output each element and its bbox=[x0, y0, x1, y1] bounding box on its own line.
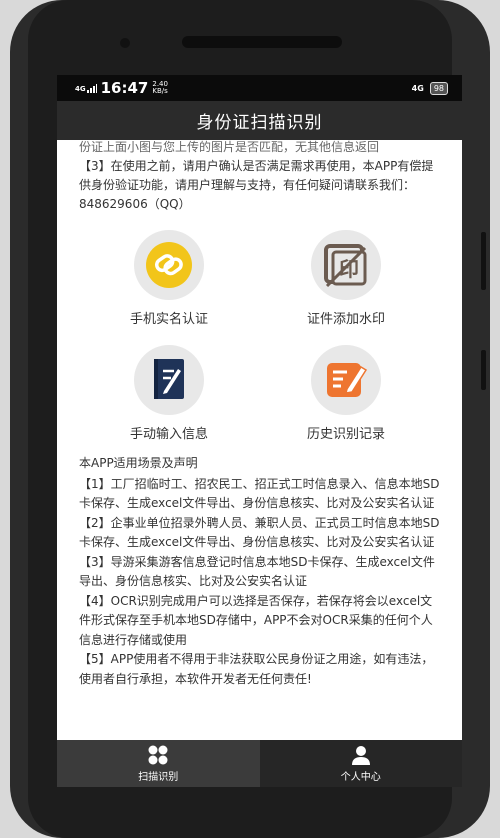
scene-item: 【5】APP使用者不得用于非法获取公民身份证之用途，如有违法，使用者自行承担，本… bbox=[79, 652, 434, 686]
feature-icon-circle bbox=[134, 345, 204, 415]
network-type: 4G bbox=[411, 83, 424, 93]
network-speed: 2.40 KB/s bbox=[152, 81, 168, 95]
link-chain-icon bbox=[146, 242, 192, 288]
app-screen: 4G 16:47 2.40 KB/s 4G 98 身份证扫描识别 份证上面小图与… bbox=[57, 75, 462, 787]
scene-item: 【4】OCR识别完成用户可以选择是否保存，若保存将会以excel文件形式保存至手… bbox=[79, 593, 433, 647]
tab-scan[interactable]: 扫描识别 bbox=[57, 740, 260, 787]
tab-label: 扫描识别 bbox=[138, 772, 179, 783]
person-icon bbox=[350, 744, 372, 766]
bottom-tab-bar: 扫描识别 个人中心 bbox=[57, 740, 462, 787]
watermark-stamp-icon: 印 bbox=[324, 244, 367, 288]
scene-item: 【2】企事业单位招录外聘人员、兼职人员、正式员工时信息本地SD卡保存、生成exc… bbox=[79, 515, 440, 550]
edit-document-icon bbox=[327, 363, 368, 397]
feature-add-watermark[interactable]: 印 证件添加水印 bbox=[271, 230, 421, 327]
notice-text: 份证上面小图与您上传的图片是否匹配，无其他信息返回 【3】在使用之前，请用户确认… bbox=[79, 140, 439, 214]
pen-notebook-icon bbox=[154, 359, 184, 399]
page-title: 身份证扫描识别 bbox=[196, 113, 323, 133]
status-time: 16:47 bbox=[100, 79, 149, 97]
feature-history-records[interactable]: 历史识别记录 bbox=[271, 345, 421, 442]
feature-label: 手动输入信息 bbox=[129, 427, 208, 442]
grid-icon bbox=[147, 744, 169, 766]
feature-label: 历史识别记录 bbox=[306, 427, 385, 442]
scenes-heading: 本APP适用场景及声明 bbox=[79, 456, 198, 470]
feature-icon-circle bbox=[134, 230, 204, 300]
scene-item: 【3】导游采集游客信息登记时信息本地SD卡保存、生成excel文件导出、身份信息… bbox=[79, 554, 435, 589]
signal-icon: 4G bbox=[75, 83, 97, 93]
feature-phone-verification[interactable]: 手机实名认证 bbox=[94, 230, 244, 327]
feature-manual-input[interactable]: 手动输入信息 bbox=[94, 345, 244, 442]
notice-partial-line: 份证上面小图与您上传的图片是否匹配，无其他信息返回 bbox=[79, 140, 380, 154]
feature-icon-circle bbox=[311, 345, 381, 415]
signal-bars-icon bbox=[86, 83, 97, 93]
front-camera bbox=[120, 38, 130, 48]
tab-profile[interactable]: 个人中心 bbox=[259, 740, 462, 787]
feature-label: 手机实名认证 bbox=[129, 312, 208, 327]
power-button bbox=[481, 350, 486, 390]
network-speed-unit: KB/s bbox=[152, 87, 168, 95]
usage-scenarios: 本APP适用场景及声明 【1】工厂招临时工、招农民工、招正式工时信息录入、信息本… bbox=[79, 454, 441, 689]
notice-item-3: 【3】在使用之前，请用户确认是否满足需求再使用，本APP有偿提供身份验证功能，请… bbox=[79, 159, 434, 211]
earpiece-speaker bbox=[182, 36, 342, 48]
battery-icon: 98 bbox=[429, 81, 448, 95]
tab-label: 个人中心 bbox=[340, 772, 381, 783]
app-title-bar: 身份证扫描识别 bbox=[57, 101, 462, 140]
feature-label: 证件添加水印 bbox=[306, 312, 385, 327]
scene-item: 【1】工厂招临时工、招农民工、招正式工时信息录入、信息本地SD卡保存、生成exc… bbox=[79, 476, 440, 511]
signal-label: 4G bbox=[75, 84, 86, 93]
volume-button bbox=[481, 232, 486, 290]
feature-icon-circle: 印 bbox=[311, 230, 381, 300]
status-bar: 4G 16:47 2.40 KB/s 4G 98 bbox=[57, 75, 462, 101]
main-content[interactable]: 份证上面小图与您上传的图片是否匹配，无其他信息返回 【3】在使用之前，请用户确认… bbox=[57, 140, 462, 740]
